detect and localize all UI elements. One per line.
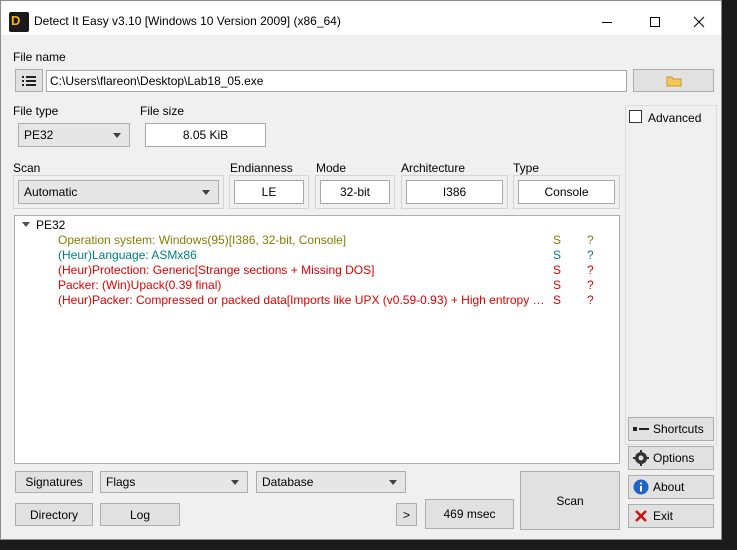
collapse-arrow-icon[interactable] bbox=[22, 222, 30, 228]
result-text: Operation system: Windows(95)[I386, 32-b… bbox=[58, 233, 347, 247]
close-icon bbox=[693, 16, 705, 28]
shortcuts-icon bbox=[633, 421, 649, 437]
result-text: Packer: (Win)Upack(0.39 final) bbox=[58, 278, 222, 292]
result-text: (Heur)Protection: Generic[Strange sectio… bbox=[58, 263, 375, 277]
info-icon bbox=[633, 479, 649, 495]
file-type-select[interactable]: PE32 bbox=[18, 123, 130, 147]
log-button[interactable]: Log bbox=[100, 503, 180, 526]
file-type-label: File type bbox=[13, 104, 59, 118]
title-bar: D Detect It Easy v3.10 [Windows 10 Versi… bbox=[1, 1, 721, 35]
result-text: (Heur)Language: ASMx86 bbox=[58, 248, 197, 262]
maximize-icon bbox=[650, 17, 660, 27]
result-row-os[interactable]: Operation system: Windows(95)[I386, 32-b… bbox=[15, 233, 621, 248]
directory-button[interactable]: Directory bbox=[15, 503, 93, 526]
options-label: Options bbox=[653, 451, 695, 465]
result-text: (Heur)Packer: Compressed or packed data[… bbox=[58, 293, 548, 307]
advanced-label: Advanced bbox=[648, 111, 702, 125]
file-size-value: 8.05 KiB bbox=[145, 123, 266, 147]
shortcuts-label: Shortcuts bbox=[653, 422, 704, 436]
chevron-down-icon bbox=[202, 190, 210, 195]
results-tree: PE32 Operation system: Windows(95)[I386,… bbox=[14, 215, 620, 464]
info-link[interactable]: ? bbox=[587, 293, 594, 307]
advanced-checkbox[interactable] bbox=[629, 110, 642, 123]
shortcuts-button[interactable]: Shortcuts bbox=[628, 417, 714, 441]
tree-root-label: PE32 bbox=[36, 218, 66, 232]
maximize-button[interactable] bbox=[633, 9, 677, 35]
more-options-button[interactable]: > bbox=[396, 503, 417, 526]
flags-select[interactable]: Flags bbox=[100, 471, 248, 493]
list-menu-icon bbox=[22, 75, 36, 86]
signature-link[interactable]: S bbox=[553, 278, 561, 292]
side-panel bbox=[625, 105, 717, 445]
file-type-value: PE32 bbox=[24, 128, 54, 142]
exit-x-icon bbox=[633, 508, 649, 524]
signature-link[interactable]: S bbox=[553, 263, 561, 277]
result-row-protection[interactable]: (Heur)Protection: Generic[Strange sectio… bbox=[15, 263, 621, 278]
minimize-button[interactable] bbox=[585, 9, 629, 35]
exit-button[interactable]: Exit bbox=[628, 504, 714, 528]
scan-time-display: 469 msec bbox=[425, 499, 514, 529]
architecture-label: Architecture bbox=[401, 161, 466, 175]
main-window: D Detect It Easy v3.10 [Windows 10 Versi… bbox=[0, 0, 722, 540]
info-link[interactable]: ? bbox=[587, 248, 594, 262]
scan-button[interactable]: Scan bbox=[520, 471, 620, 530]
scan-mode-select[interactable]: Automatic bbox=[18, 180, 219, 204]
info-link[interactable]: ? bbox=[587, 233, 594, 247]
scan-mode-value: Automatic bbox=[24, 185, 78, 199]
close-button[interactable] bbox=[677, 9, 721, 35]
signature-link[interactable]: S bbox=[553, 293, 561, 307]
mode-value: 32-bit bbox=[320, 180, 390, 204]
chevron-down-icon bbox=[113, 133, 121, 138]
signature-link[interactable]: S bbox=[553, 248, 561, 262]
file-name-label: File name bbox=[13, 50, 66, 64]
about-button[interactable]: About bbox=[628, 475, 714, 499]
database-value: Database bbox=[262, 475, 314, 489]
folder-icon bbox=[666, 76, 681, 87]
type-value: Console bbox=[518, 180, 615, 204]
flags-value: Flags bbox=[106, 475, 136, 489]
endianness-label: Endianness bbox=[230, 161, 293, 175]
database-select[interactable]: Database bbox=[256, 471, 406, 493]
signature-link[interactable]: S bbox=[553, 233, 561, 247]
type-label: Type bbox=[513, 161, 540, 175]
minimize-icon bbox=[602, 22, 612, 23]
result-row-language[interactable]: (Heur)Language: ASMx86 S ? bbox=[15, 248, 621, 263]
scan-label: Scan bbox=[13, 161, 41, 175]
file-path-input[interactable]: C:\Users\flareon\Desktop\Lab18_05.exe bbox=[46, 70, 627, 92]
result-row-packer[interactable]: Packer: (Win)Upack(0.39 final) S ? bbox=[15, 278, 621, 293]
result-row-heur-packer[interactable]: (Heur)Packer: Compressed or packed data[… bbox=[15, 293, 621, 308]
signatures-button[interactable]: Signatures bbox=[15, 471, 93, 493]
file-menu-button[interactable] bbox=[15, 69, 43, 92]
gear-icon bbox=[633, 450, 649, 466]
options-button[interactable]: Options bbox=[628, 446, 714, 470]
app-logo-icon: D bbox=[9, 12, 29, 32]
architecture-value: I386 bbox=[406, 180, 503, 204]
mode-label: Mode bbox=[316, 161, 347, 175]
open-file-button[interactable] bbox=[633, 69, 714, 92]
about-label: About bbox=[653, 480, 685, 494]
endianness-value: LE bbox=[234, 180, 304, 204]
info-link[interactable]: ? bbox=[587, 263, 594, 277]
chevron-down-icon bbox=[231, 480, 239, 485]
exit-label: Exit bbox=[653, 509, 674, 523]
chevron-down-icon bbox=[389, 480, 397, 485]
info-link[interactable]: ? bbox=[587, 278, 594, 292]
window-title: Detect It Easy v3.10 [Windows 10 Version… bbox=[34, 14, 341, 28]
file-size-label: File size bbox=[140, 104, 185, 118]
